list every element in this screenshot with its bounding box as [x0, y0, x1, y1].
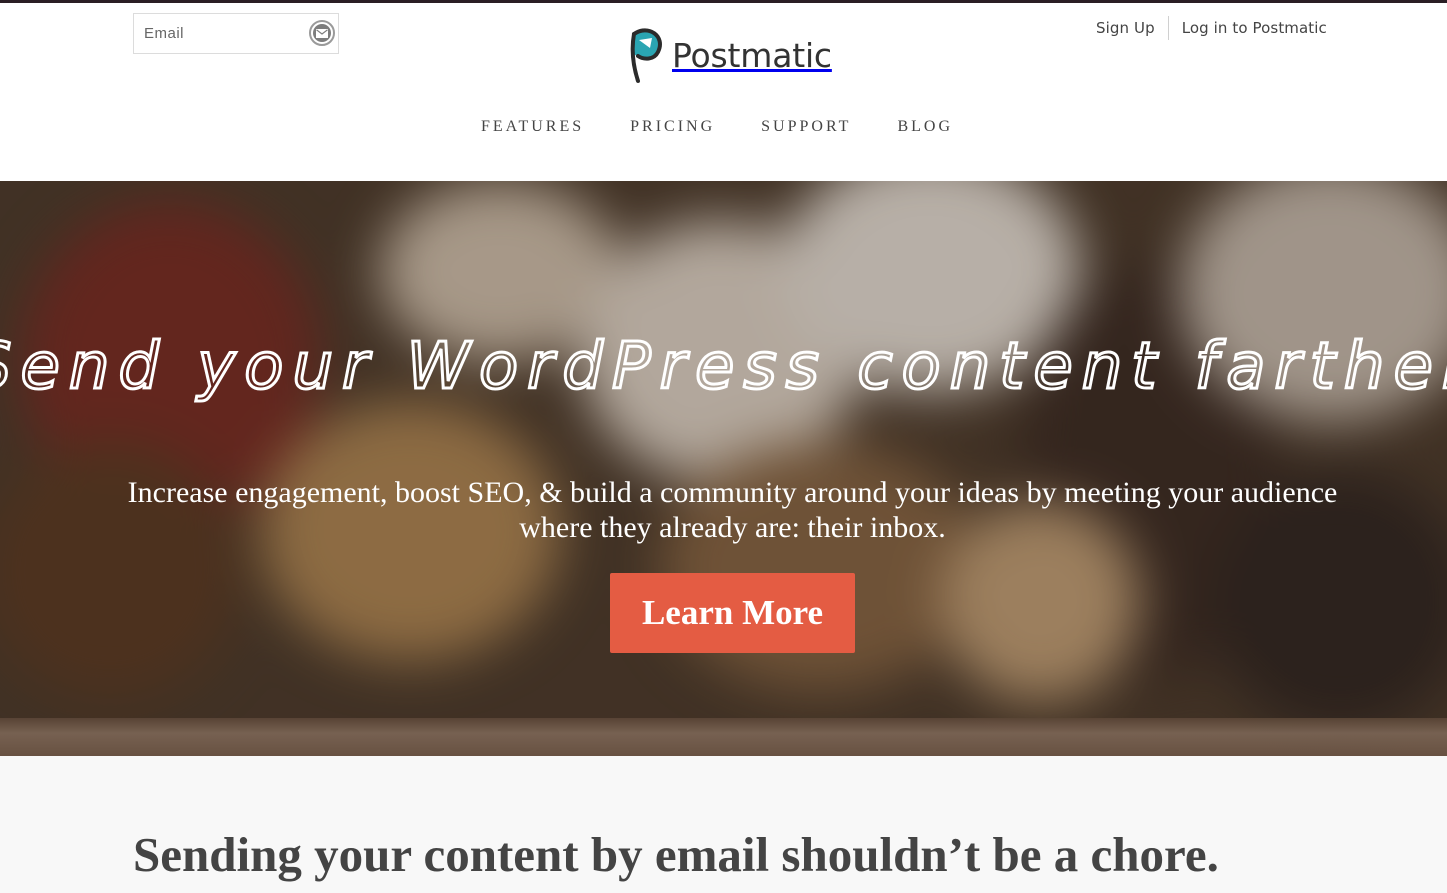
login-link[interactable]: Log in to Postmatic — [1182, 19, 1327, 37]
hero-overlay — [0, 181, 1447, 756]
hero-banner — [0, 181, 1447, 756]
hero-headline: Send your WordPress content farther — [0, 300, 1447, 430]
envelope-icon — [313, 24, 331, 42]
content-section: Sending your content by email shouldn’t … — [0, 756, 1447, 893]
logo-wordmark: Postmatic — [672, 35, 832, 75]
email-submit-button[interactable] — [309, 20, 335, 46]
top-border — [0, 0, 1447, 3]
email-subscribe-form — [133, 13, 339, 54]
main-nav: FEATURES PRICING SUPPORT BLOG — [481, 118, 999, 136]
postmatic-p-logo-icon — [630, 28, 662, 83]
section-heading: Sending your content by email shouldn’t … — [133, 827, 1219, 882]
account-links: Sign Up Log in to Postmatic — [1096, 16, 1327, 40]
hero-tabletop — [0, 718, 1447, 756]
nav-pricing[interactable]: PRICING — [630, 118, 715, 136]
signup-link[interactable]: Sign Up — [1096, 19, 1155, 37]
postmatic-logo[interactable]: Postmatic — [626, 26, 832, 84]
link-divider — [1167, 16, 1169, 40]
nav-blog[interactable]: BLOG — [897, 118, 953, 136]
nav-support[interactable]: SUPPORT — [761, 118, 851, 136]
nav-features[interactable]: FEATURES — [481, 118, 584, 136]
hero-headline-text: Send your WordPress content farther — [0, 330, 1447, 404]
hero-subtext: Increase engagement, boost SEO, & build … — [127, 476, 1338, 544]
learn-more-button[interactable]: Learn More — [610, 573, 855, 653]
email-input[interactable] — [134, 14, 304, 53]
